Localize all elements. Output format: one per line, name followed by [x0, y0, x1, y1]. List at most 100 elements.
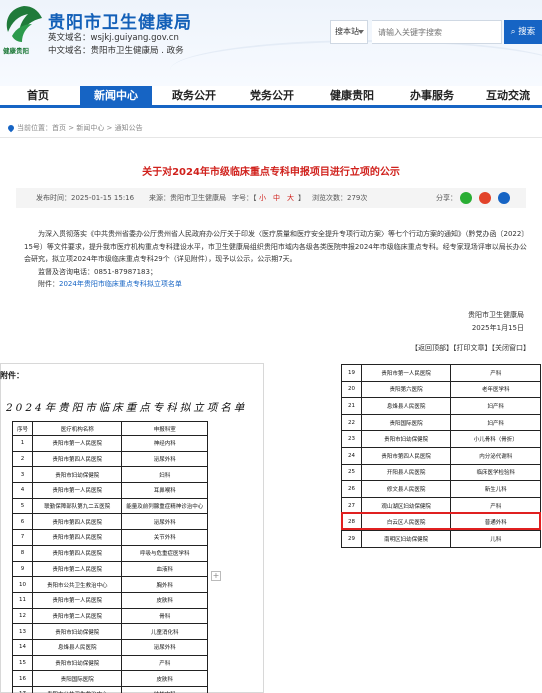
- row-index: 11: [12, 591, 33, 609]
- row-index: 16: [12, 670, 33, 687]
- hospital-name: 贵阳市第四人民医院: [360, 446, 452, 465]
- row-index: 1: [12, 435, 33, 452]
- main-nav: 首页 新闻中心 政务公开 党务公开 健康贵阳 办事服务 互动交流: [0, 86, 542, 108]
- qq-share-icon[interactable]: [498, 192, 510, 204]
- table-row: 9 贵阳市第二人民医院 血液科: [12, 560, 208, 578]
- row-index: 29: [341, 529, 362, 548]
- hospital-name: 联勤保障部队第九二五医院: [31, 497, 123, 515]
- table-row: 11 贵阳市第一人民医院 皮肤科: [12, 591, 208, 609]
- table-header-row: 序号 医疗机构名称 申报科室: [12, 421, 208, 436]
- search-button[interactable]: ⌕ 搜索: [504, 20, 542, 44]
- department-name: 临床医学检验科: [450, 463, 541, 482]
- table-row: 20 贵阳第六医院 老年医学科: [341, 380, 541, 399]
- row-index: 10: [12, 576, 33, 593]
- search-input[interactable]: [372, 20, 502, 44]
- department-name: 关节外科: [121, 529, 208, 546]
- table-row: 10 贵阳市公共卫生救治中心 胸外科: [12, 576, 208, 593]
- nav-item-news[interactable]: 新闻中心: [80, 86, 152, 105]
- hospital-name: 贵阳市第四人民医院: [31, 450, 123, 468]
- publish-time: 发布时间：2025-01-15 15:16: [36, 194, 135, 202]
- department-name: 泌尿外科: [121, 450, 208, 468]
- attachment-link[interactable]: 2024年贵阳市临床重点专科拟立项名单: [59, 280, 182, 288]
- header-decoration: [170, 40, 542, 86]
- table-row: 22 贵阳国际医院 妇产科: [341, 413, 541, 432]
- department-name: 血液科: [121, 560, 208, 578]
- hospital-name: 贵阳市第一人民医院: [31, 435, 123, 452]
- department-name: 产科: [121, 654, 208, 672]
- table-row: 29 南明区妇幼保健院 儿科: [341, 529, 541, 548]
- hospital-name: 贵阳第六医院: [360, 380, 452, 399]
- font-small-link[interactable]: 小: [259, 188, 266, 208]
- table-row: 4 贵阳市第一人民医院 耳鼻喉科: [12, 482, 208, 499]
- row-index: 22: [341, 413, 362, 432]
- department-name: 儿童消化科: [121, 623, 208, 640]
- article-title: 关于对2024年市级临床重点专科申报项目进行立项的公示: [142, 167, 400, 178]
- table-row: 25 开阳县人民医院 临床医学检验科: [341, 463, 541, 482]
- row-index: 25: [341, 463, 362, 482]
- row-index: 3: [12, 466, 33, 484]
- department-name: 老年医学科: [450, 380, 541, 399]
- row-index: 23: [341, 430, 362, 448]
- font-large-link[interactable]: 大: [287, 188, 294, 208]
- font-medium-link[interactable]: 中: [273, 188, 280, 208]
- nav-item-services[interactable]: 办事服务: [398, 86, 466, 105]
- table-row: 13 贵阳市妇幼保健院 儿童消化科: [12, 623, 208, 640]
- table-row: 7 贵阳市第四人民医院 关节外科: [12, 529, 208, 546]
- hospital-name: 贵阳国际医院: [31, 670, 123, 687]
- font-size-label: 字号：【: [232, 194, 257, 202]
- attachment-label: 附件：: [38, 280, 59, 288]
- hospital-name: 贵阳市第四人民医院: [31, 544, 123, 562]
- search-bar: 搜本站 ⌕ 搜索: [330, 20, 542, 44]
- table-row: 16 贵阳国际医院 皮肤科: [12, 670, 208, 687]
- row-index: 4: [12, 482, 33, 499]
- table-row: 21 息烽县人民医院 妇产科: [341, 397, 541, 415]
- nav-item-health[interactable]: 健康贵阳: [318, 86, 386, 105]
- hospital-name: 息烽县人民医院: [31, 638, 123, 656]
- weibo-share-icon[interactable]: [479, 192, 491, 204]
- share-label: 分享：: [436, 194, 457, 202]
- expand-icon[interactable]: +: [211, 571, 221, 581]
- hospital-name: 贵阳市妇幼保健院: [31, 466, 123, 484]
- department-name: 内分泌代谢科: [450, 446, 541, 465]
- nav-item-interaction[interactable]: 互动交流: [474, 86, 542, 105]
- row-index: 5: [12, 497, 33, 515]
- hospital-name: 贵阳市第一人民医院: [31, 591, 123, 609]
- hospital-name: 南明区妇幼保健院: [360, 529, 452, 548]
- site-header: 健康贵阳 贵阳市卫生健康局 英文域名：wsjkj.guiyang.gov.cn …: [0, 0, 542, 86]
- hospital-name: 贵阳市公共卫生救治中心: [31, 576, 123, 593]
- table-row: 26 修文县人民医院 新生儿科: [341, 480, 541, 498]
- logo-caption: 健康贵阳: [3, 47, 29, 55]
- row-index: 24: [341, 446, 362, 465]
- hospital-name: 修文县人民医院: [360, 480, 452, 498]
- hospital-name: 息烽县人民医院: [360, 397, 452, 415]
- search-scope-select[interactable]: 搜本站: [330, 20, 368, 44]
- nav-item-gov-affairs[interactable]: 政务公开: [160, 86, 228, 105]
- row-index: 8: [12, 544, 33, 562]
- page: 健康贵阳 贵阳市卫生健康局 英文域名：wsjkj.guiyang.gov.cn …: [0, 0, 542, 693]
- table-row: 12 贵阳市第二人民医院 骨科: [12, 607, 208, 625]
- department-name: 妇科: [121, 466, 208, 484]
- department-name: 能量及前列腺重症精神诊治中心: [121, 497, 208, 515]
- department-name: 妇产科: [450, 413, 541, 432]
- department-name: 胸外科: [121, 576, 208, 593]
- row-index: 21: [341, 397, 362, 415]
- wechat-share-icon[interactable]: [460, 192, 472, 204]
- chevron-down-icon: [358, 30, 364, 34]
- department-name: 妇产科: [450, 397, 541, 415]
- font-size-bracket: 】: [298, 194, 305, 202]
- department-name: 骨科: [121, 607, 208, 625]
- breadcrumb-text[interactable]: 当前位置：首页 > 新闻中心 > 通知公告: [17, 124, 143, 132]
- hospital-name: 贵阳市第一人民医院: [31, 482, 123, 499]
- search-scope-label: 搜本站: [335, 27, 359, 36]
- hospital-name: 贵阳市第四人民医院: [31, 529, 123, 546]
- department-name: 神经内科: [121, 435, 208, 452]
- project-table-left: 序号 医疗机构名称 申报科室 1 贵阳市第一人民医院 神经内科 2 贵阳市第四人民医院泌…: [12, 421, 208, 693]
- hospital-name: 贵阳市公共卫生救治中心: [31, 686, 123, 693]
- table-row: 17贵阳市公共卫生救治中心结核内科: [12, 686, 208, 693]
- page-actions[interactable]: 【返回顶部】【打印文章】【关闭窗口】: [0, 343, 530, 353]
- nav-item-home[interactable]: 首页: [12, 86, 64, 105]
- hospital-name: 贵阳市妇幼保健院: [31, 654, 123, 672]
- nav-item-party-affairs[interactable]: 党务公开: [238, 86, 306, 105]
- article-paragraph: 为深入贯彻落实《中共贵州省委办公厅贵州省人民政府办公厅关于印发〈医疗质量和医疗安…: [24, 230, 527, 263]
- highlight-box: [341, 512, 541, 530]
